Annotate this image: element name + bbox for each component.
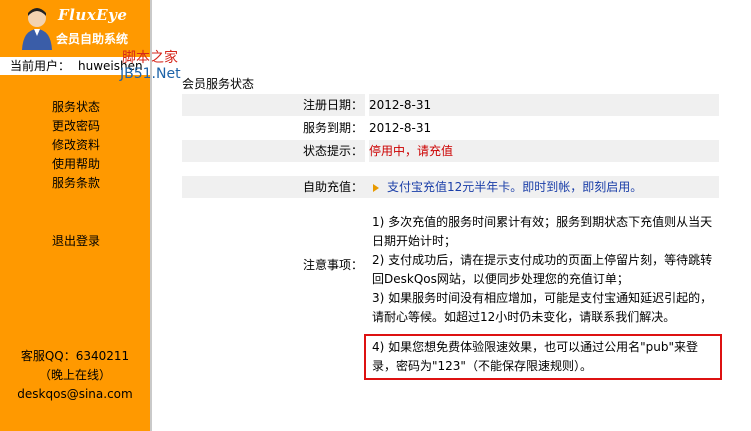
spacer-row [182,163,719,175]
status-value: 停用中，请充值 [369,140,719,162]
contact-email: deskqos@sina.com [17,387,133,401]
register-date-value: 2012-8-31 [369,94,719,116]
app-subtitle: 会员自助系统 [56,32,129,46]
user-avatar-icon [22,8,52,50]
sidebar-item-edit-profile[interactable]: 修改资料 [52,136,100,155]
recharge-label: 自助充值： [302,180,363,194]
status-row: 状态提示： 停用中，请充值 [182,140,719,162]
note-item: 3) 如果服务时间没有相应增加，可能是支付宝通知延迟引起的，请耐心等候。如超过1… [372,291,713,324]
contact-qq: 客服QQ：6340211 [20,349,130,363]
sidebar-item-service-status[interactable]: 服务状态 [52,98,100,117]
sidebar-item-terms[interactable]: 服务条款 [52,174,100,193]
note-item-highlighted: 4) 如果您想免费体验限速效果，也可以通过公用名"pub"来登录，密码为"123… [364,334,722,380]
sidebar-divider [150,0,152,431]
register-date-label: 注册日期： [182,94,365,116]
contact-hours: （晚上在线） [38,368,111,382]
arrow-right-icon [373,183,379,192]
expire-date-label: 服务到期： [302,121,363,135]
watermark: 脚本之家 JB51.Net [120,50,183,82]
recharge-value: 支付宝充值12元半年卡。即时到帐，即刻启用。 [369,176,719,198]
sidebar-item-change-password[interactable]: 更改密码 [52,117,100,136]
current-user-label: 当前用户： [10,59,71,73]
breadcrumb: 会员服务状态 [182,77,255,91]
note-item: 2) 支付成功后，请在提示支付成功的页面上停留片刻，等待跳转回DeskQos网站… [372,253,713,286]
recharge-row: 自助充值： 支付宝充值12元半年卡。即时到帐，即刻启用。 [182,176,719,198]
app-brand: FluxEye [58,6,128,24]
register-date-row: 注册日期： 2012-8-31 [182,94,719,116]
notes-list: 1) 多次充值的服务时间累计有效；服务到期状态下充值则从当天日期开始计时； 2)… [364,213,722,380]
logo: FluxEye 会员自助系统 [14,2,150,52]
expire-date-value: 2012-8-31 [369,121,432,135]
alipay-recharge-link[interactable]: 支付宝充值12元半年卡。即时到帐，即刻启用。 [387,180,642,194]
note-item: 1) 多次充值的服务时间累计有效；服务到期状态下充值则从当天日期开始计时； [372,215,713,248]
contact-info: 客服QQ：6340211 （晚上在线） deskqos@sina.com [0,347,150,404]
logout-link[interactable]: 退出登录 [52,232,100,249]
status-label: 状态提示： [182,140,365,162]
sidebar-nav: 服务状态 更改密码 修改资料 使用帮助 服务条款 [52,98,100,193]
notes-label: 注意事项： [302,258,363,272]
sidebar-item-help[interactable]: 使用帮助 [52,155,100,174]
expire-date-row: 服务到期： 2012-8-31 [182,117,719,139]
spacer-row [182,199,719,211]
watermark-line-1: 脚本之家 [122,50,183,66]
